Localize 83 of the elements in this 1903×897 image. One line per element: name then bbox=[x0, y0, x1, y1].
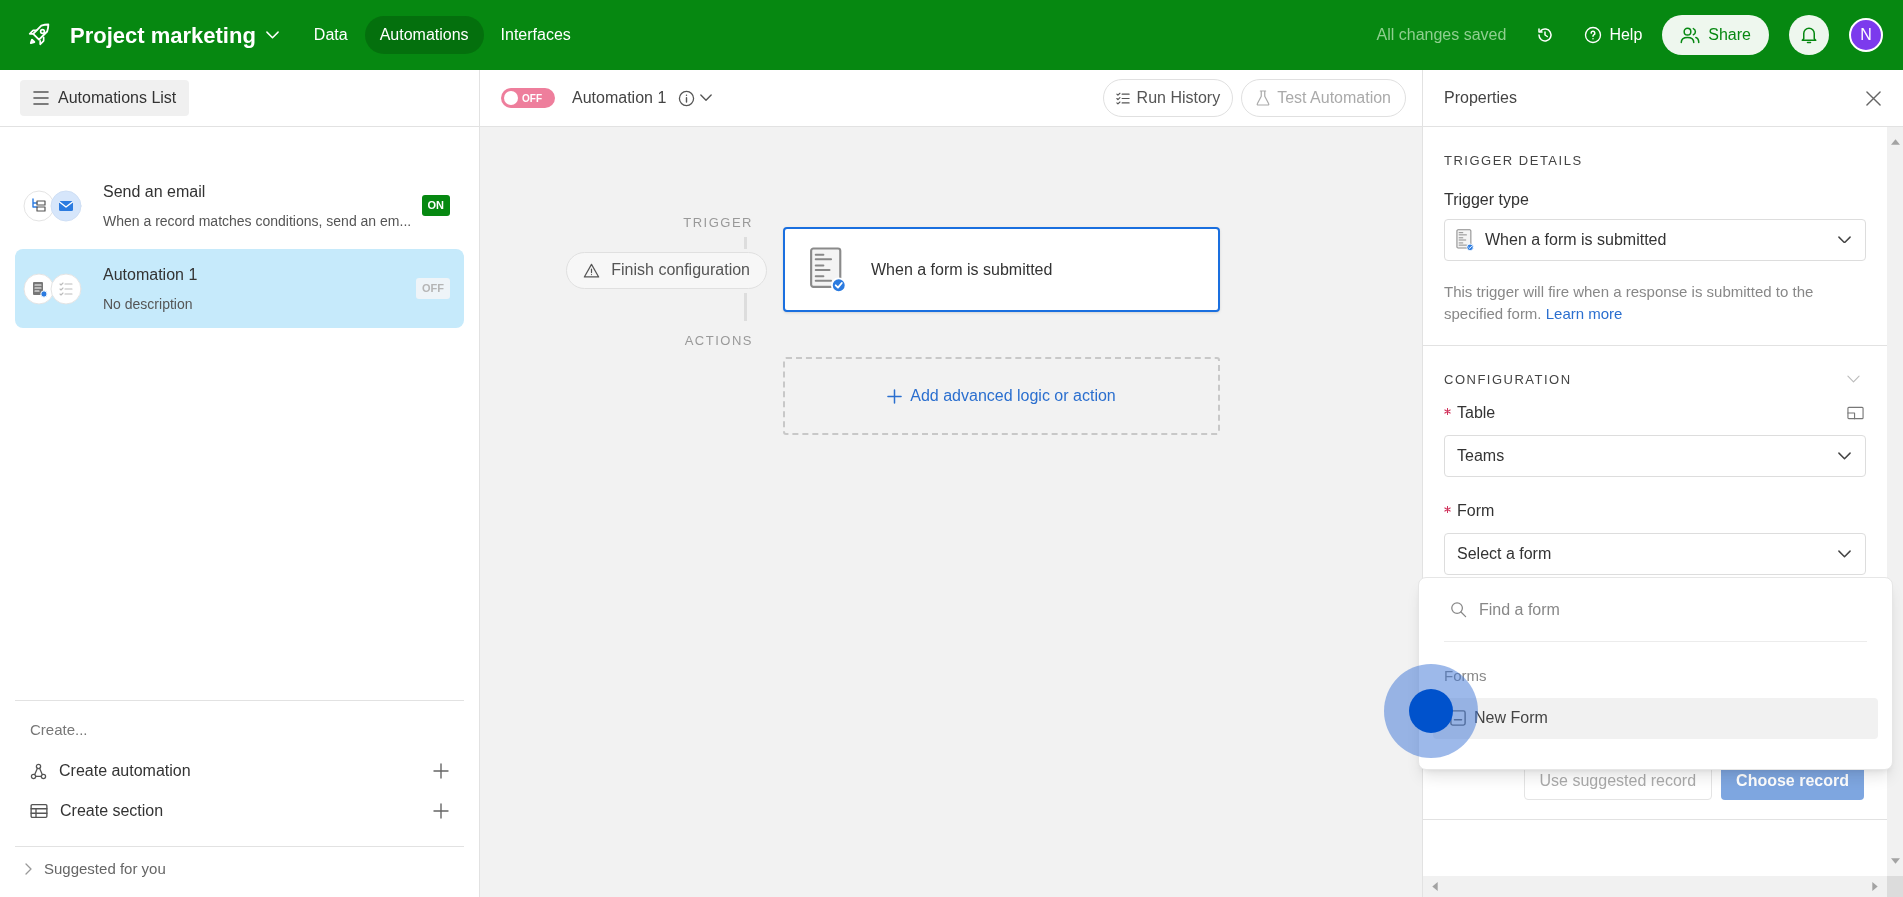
close-button[interactable] bbox=[1866, 90, 1881, 106]
field-label: Form bbox=[1457, 501, 1496, 521]
flask-icon bbox=[1256, 90, 1271, 106]
scroll-right-icon bbox=[1872, 882, 1878, 891]
form-search-field[interactable]: Find a form bbox=[1479, 597, 1861, 622]
plus-icon bbox=[433, 803, 449, 819]
status-badge: OFF bbox=[416, 278, 450, 299]
trigger-type-select[interactable]: When a form is submitted bbox=[1444, 218, 1866, 261]
chevron-down-icon bbox=[1838, 550, 1851, 558]
chevron-down-icon bbox=[1838, 452, 1851, 460]
field-label: Table bbox=[1457, 403, 1497, 423]
nodes-icon bbox=[30, 762, 47, 780]
nav-tab[interactable]: Interfaces bbox=[485, 16, 586, 54]
status-badge: ON bbox=[421, 195, 450, 216]
menu-icon bbox=[33, 91, 49, 105]
history-button[interactable] bbox=[1536, 26, 1555, 44]
automation-description: No description bbox=[103, 294, 194, 314]
nav-tab[interactable]: Data bbox=[298, 16, 363, 54]
app-name-button[interactable]: Project marketing bbox=[70, 18, 279, 52]
checklist-icon bbox=[1115, 91, 1130, 105]
plus-icon bbox=[887, 388, 903, 404]
form-option[interactable]: New Form bbox=[1433, 697, 1878, 739]
chevron-down-icon bbox=[1838, 235, 1851, 244]
vertical-scrollbar[interactable] bbox=[1887, 127, 1903, 876]
trigger-description: This trigger will fire when a response is submitted to the specified form. Learn more bbox=[1444, 281, 1815, 324]
create-menu-label: Create automation bbox=[59, 761, 192, 781]
automation-name: Send an email bbox=[103, 181, 207, 202]
create-menu-label: Create section bbox=[60, 801, 165, 821]
scroll-up-icon bbox=[1890, 139, 1900, 145]
chevron-right-icon bbox=[25, 863, 32, 875]
automations-list-button[interactable]: Automations List bbox=[20, 80, 190, 116]
info-button[interactable] bbox=[678, 89, 713, 107]
automation-title: Automation 1 bbox=[572, 88, 667, 108]
flow-icon bbox=[23, 189, 55, 222]
scrollbar-corner bbox=[1887, 876, 1903, 897]
automation-description: When a record matches conditions, send an em... bbox=[103, 211, 412, 231]
bell-icon bbox=[1800, 25, 1818, 45]
trigger-title: When a form is submitted bbox=[871, 259, 1053, 280]
table-icon bbox=[30, 803, 48, 819]
notifications-button[interactable] bbox=[1789, 15, 1829, 55]
section-heading: CONFIGURATION bbox=[1444, 370, 1573, 389]
form-document-icon bbox=[1455, 228, 1475, 251]
warning-icon bbox=[583, 262, 601, 278]
chevron-down-icon bbox=[1847, 375, 1860, 384]
chevron-down-icon bbox=[700, 94, 713, 102]
share-button[interactable]: Share bbox=[1662, 15, 1769, 55]
panel-title: Properties bbox=[1444, 88, 1518, 108]
section-heading: TRIGGER DETAILS bbox=[1444, 152, 1584, 170]
suggested-section-toggle[interactable]: Suggested for you bbox=[15, 846, 464, 891]
help-button[interactable]: Help bbox=[1584, 23, 1643, 47]
checklist-icon bbox=[50, 272, 82, 305]
table-select[interactable]: Teams bbox=[1444, 435, 1866, 477]
field-label: Trigger type bbox=[1444, 189, 1530, 210]
actions-label: ACTIONS bbox=[684, 331, 753, 350]
scroll-down-icon bbox=[1890, 858, 1900, 864]
users-icon bbox=[1680, 26, 1701, 44]
save-status: All changes saved bbox=[1376, 25, 1507, 45]
trigger-label: TRIGGER bbox=[683, 214, 753, 232]
search-icon bbox=[1450, 601, 1467, 618]
panel-icon bbox=[1847, 406, 1864, 420]
mail-icon bbox=[50, 189, 82, 222]
close-icon bbox=[1866, 90, 1881, 106]
learn-more-link[interactable]: Learn more bbox=[1545, 304, 1623, 322]
trigger-card[interactable]: When a form is submitted bbox=[783, 227, 1220, 312]
info-icon bbox=[678, 89, 696, 107]
form-document-icon bbox=[23, 272, 55, 305]
automation-name: Automation 1 bbox=[103, 264, 199, 285]
automation-list-item[interactable]: Automation 1 No description OFF bbox=[15, 249, 464, 328]
user-avatar[interactable]: N bbox=[1849, 18, 1883, 52]
help-icon bbox=[1584, 26, 1603, 44]
history-icon bbox=[1536, 26, 1555, 44]
add-action-button[interactable]: Add advanced logic or action bbox=[783, 357, 1220, 435]
form-document-icon bbox=[809, 246, 847, 293]
create-menu-item[interactable]: Create section bbox=[15, 791, 464, 831]
nav-tab[interactable]: Automations bbox=[364, 16, 484, 54]
plus-icon bbox=[433, 763, 449, 779]
create-menu-item[interactable]: Create automation bbox=[15, 751, 464, 791]
horizontal-scrollbar[interactable] bbox=[1423, 876, 1887, 897]
finish-configuration-button[interactable]: Finish configuration bbox=[566, 251, 767, 289]
form-select[interactable]: Select a form bbox=[1444, 533, 1866, 575]
section-label: Create... bbox=[30, 719, 89, 740]
scroll-left-icon bbox=[1432, 882, 1438, 891]
chevron-down-icon bbox=[265, 31, 279, 39]
